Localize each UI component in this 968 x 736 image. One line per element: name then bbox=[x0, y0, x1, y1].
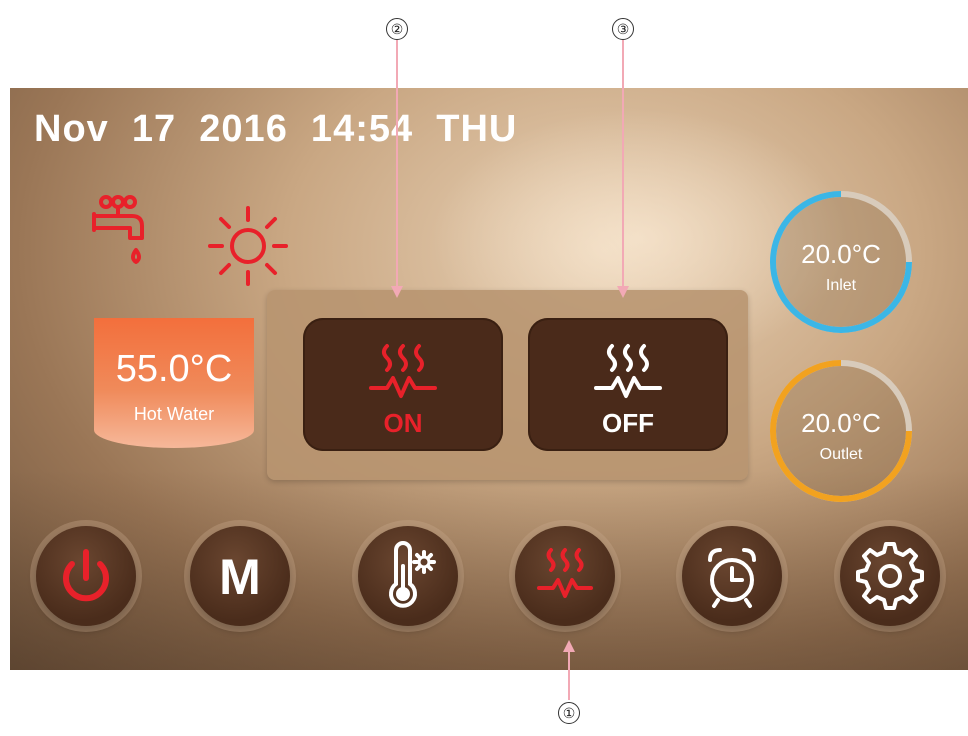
heater-icon bbox=[369, 344, 437, 398]
alarm-clock-icon bbox=[708, 548, 756, 608]
callout-3-line bbox=[617, 40, 629, 298]
settings-button[interactable] bbox=[840, 526, 940, 626]
electric-heater-panel: ON OFF bbox=[267, 290, 748, 480]
callout-3: ③ bbox=[612, 18, 634, 40]
mode-button[interactable]: M bbox=[190, 526, 290, 626]
outlet-temperature-gauge: 20.0°C Outlet bbox=[766, 356, 916, 506]
heater-icon bbox=[594, 344, 662, 398]
timer-button[interactable] bbox=[682, 526, 782, 626]
heater-off-button[interactable]: OFF bbox=[528, 318, 728, 451]
electric-heater-button[interactable] bbox=[515, 526, 615, 626]
inlet-temperature-gauge: 20.0°C Inlet bbox=[766, 187, 916, 337]
thermometer-gear-icon bbox=[389, 541, 436, 608]
callout-1: ① bbox=[558, 702, 580, 724]
hot-water-tile[interactable]: 55.0°C Hot Water bbox=[94, 318, 254, 448]
mode-label: M bbox=[219, 549, 261, 605]
hot-water-temperature: 55.0°C bbox=[115, 348, 233, 390]
power-icon bbox=[63, 549, 109, 602]
temperature-settings-button[interactable] bbox=[358, 526, 458, 626]
heater-on-button[interactable]: ON bbox=[303, 318, 503, 451]
hmi-screen: Nov 17 2016 14:54 THU 55.0°C Hot Water O… bbox=[10, 88, 968, 670]
outlet-temperature: 20.0°C bbox=[801, 408, 881, 438]
heater-on-label: ON bbox=[383, 408, 423, 438]
outlet-label: Outlet bbox=[819, 446, 863, 463]
hot-water-label: Hot Water bbox=[133, 404, 215, 424]
heater-off-label: OFF bbox=[602, 408, 654, 438]
sun-icon bbox=[208, 206, 288, 286]
inlet-label: Inlet bbox=[825, 277, 857, 294]
heater-icon bbox=[537, 548, 593, 598]
gear-icon bbox=[856, 542, 924, 610]
faucet-icon bbox=[92, 195, 144, 264]
power-button[interactable] bbox=[36, 526, 136, 626]
inlet-temperature: 20.0°C bbox=[801, 239, 881, 269]
callout-2-line bbox=[391, 40, 403, 298]
date-time-display: Nov 17 2016 14:54 THU bbox=[34, 108, 518, 150]
callout-2: ② bbox=[386, 18, 408, 40]
callout-1-line bbox=[563, 640, 575, 700]
